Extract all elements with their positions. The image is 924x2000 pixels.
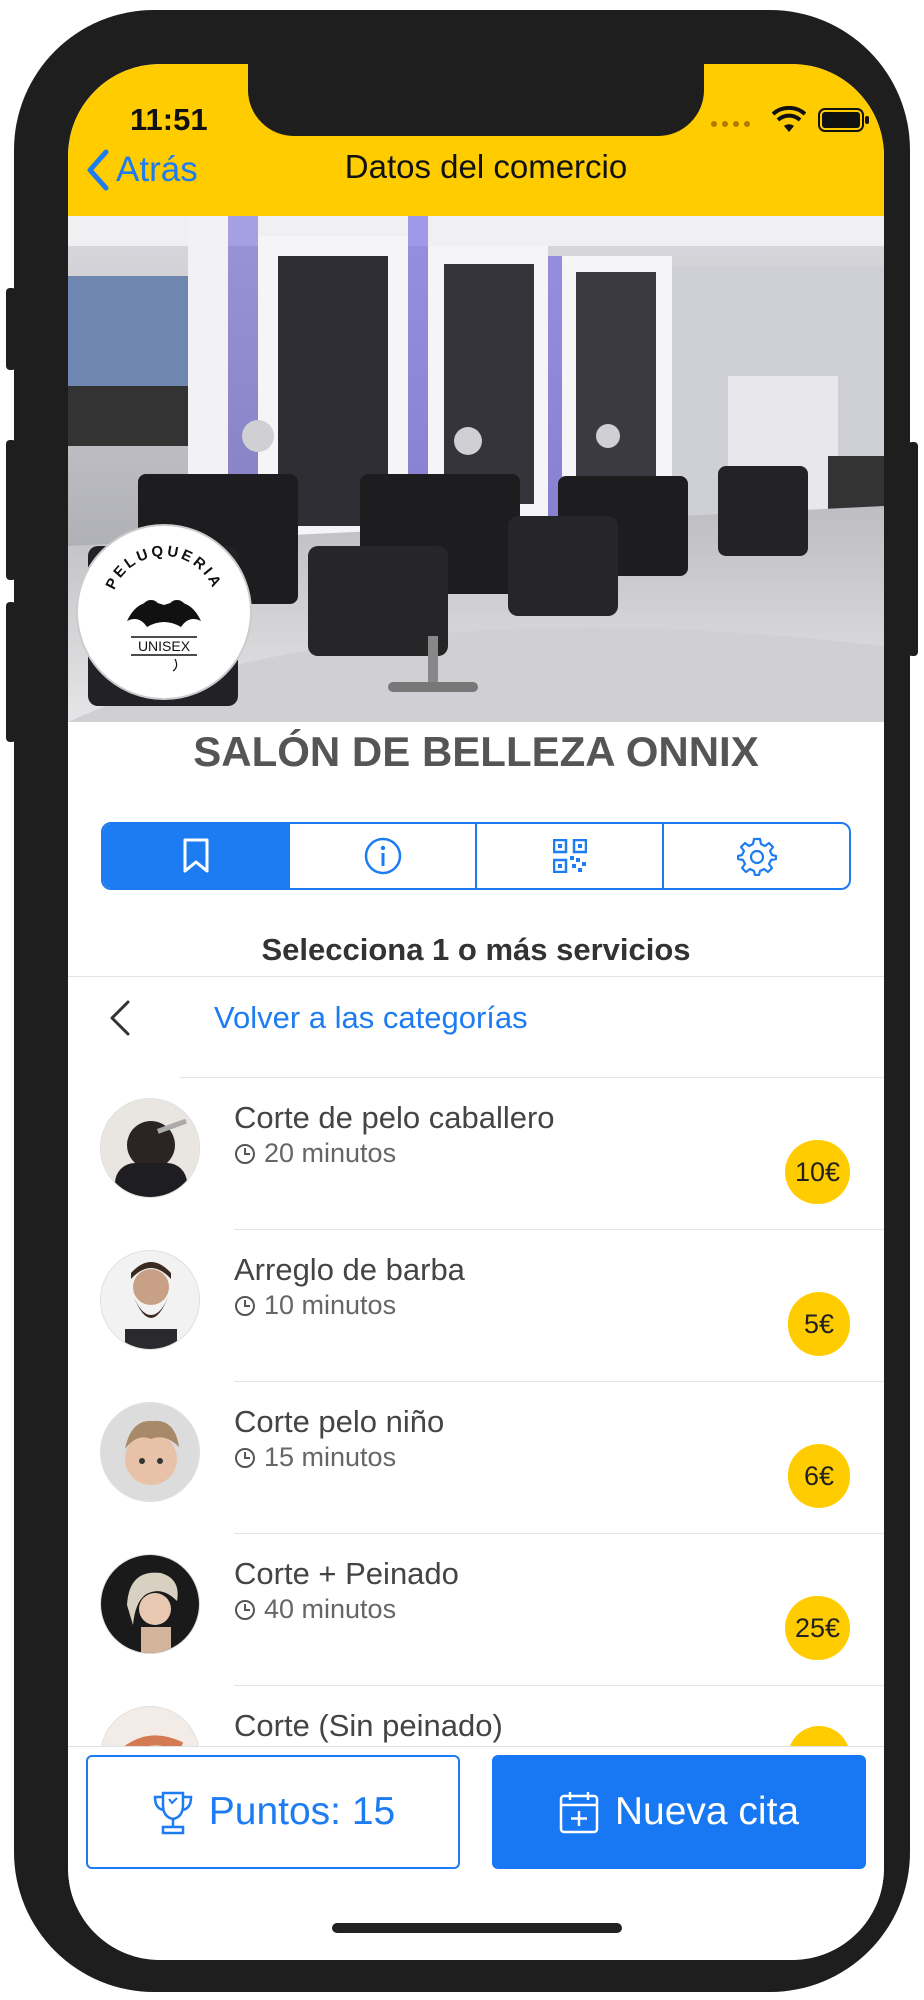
info-icon [364,837,401,875]
mute-switch [6,288,16,370]
page-title: Datos del comercio [344,148,628,185]
clock-icon [235,1599,255,1620]
notch [248,64,704,136]
status-time: 11:51 [130,102,208,137]
logo-graphic: PELUQUERIA UNISEX [102,543,225,672]
select-services-prompt: Selecciona 1 o más servicios [261,932,691,967]
wifi-icon [772,106,806,132]
battery-icon [818,108,869,132]
service-avatar [100,1098,200,1198]
back-to-categories-label: Volver a las categorías [214,1000,528,1035]
clock-icon [235,1143,255,1164]
price-badge: 25€ [784,1596,850,1660]
new-appointment-label: Nueva cita [614,1790,800,1833]
service-avatar [100,1402,200,1502]
calendar-add-icon [559,1792,599,1834]
service-name: Corte (Sin peinado) [234,1708,503,1743]
new-appointment-button[interactable]: Nueva cita [492,1755,866,1869]
chevron-left-icon [110,1000,130,1036]
phone-frame: 11:51 Atrás Datos del comercio PELUQUERI… [6,10,918,1992]
tab-settings[interactable] [664,824,849,888]
points-button[interactable]: Puntos: 15 [86,1755,460,1869]
service-duration: 10 minutos [234,1290,396,1321]
price-badge: 10€ [784,1140,850,1204]
volume-up-button [6,440,16,580]
services-list: Corte de pelo caballero 20 minutos 10€ A… [68,1078,884,1838]
home-indicator [332,1923,622,1933]
clock-icon [235,1295,255,1316]
qr-code-icon [552,839,587,873]
points-label: Puntos: 15 [208,1790,396,1833]
tab-info[interactable] [290,824,477,888]
service-row[interactable]: Corte pelo niño 15 minutos 6€ [68,1382,884,1534]
service-avatar [100,1250,200,1350]
service-duration-text: 40 minutos [264,1594,397,1624]
status-icons [708,106,870,134]
section-tabs [101,822,851,890]
service-row[interactable]: Corte de pelo caballero 20 minutos 10€ [68,1078,884,1230]
bottom-action-bar: Puntos: 15 Nueva cita [68,1746,884,1960]
gear-icon [736,837,777,876]
price-badge: 6€ [788,1444,850,1508]
service-duration: 15 minutos [234,1442,396,1473]
service-avatar [100,1554,200,1654]
logo-bottom-text: UNISEX [138,638,191,654]
back-to-categories-link[interactable]: Volver a las categorías [104,988,528,1048]
service-name: Corte de pelo caballero [234,1100,555,1135]
clock-icon [235,1447,255,1468]
price-badge: 5€ [788,1292,850,1356]
logo-top-text: PELUQUERIA [102,543,222,593]
salon-logo: PELUQUERIA UNISEX [76,524,252,700]
service-row[interactable]: Arreglo de barba 10 minutos 5€ [68,1230,884,1382]
bookmark-icon [183,838,208,873]
tab-services[interactable] [103,824,290,888]
store-name: SALÓN DE BELLEZA ONNIX [193,728,759,775]
signal-icon [711,121,750,127]
service-name: Arreglo de barba [234,1252,465,1287]
service-duration-text: 20 minutos [264,1138,397,1168]
volume-down-button [6,602,16,742]
svg-text:PELUQUERIA: PELUQUERIA [102,543,225,593]
power-button [908,442,918,656]
screen: 11:51 Atrás Datos del comercio PELUQUERI… [68,64,884,1960]
service-name: Corte + Peinado [234,1556,459,1591]
trophy-icon [153,1791,193,1835]
service-duration-text: 10 minutos [264,1290,397,1320]
service-duration-text: 15 minutos [264,1442,397,1472]
service-duration: 40 minutos [234,1594,396,1625]
service-duration: 20 minutos [234,1138,396,1169]
service-name: Corte pelo niño [234,1404,445,1439]
tab-qr[interactable] [477,824,664,888]
service-row[interactable]: Corte + Peinado 40 minutos 25€ [68,1534,884,1686]
divider [68,976,884,977]
